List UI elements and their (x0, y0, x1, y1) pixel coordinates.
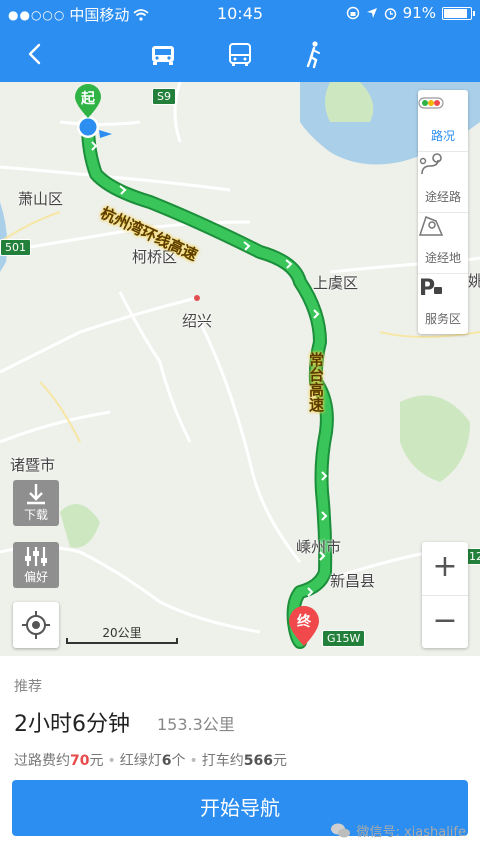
download-label: 下载 (23, 508, 48, 522)
via-place-label: 途经地 (424, 251, 461, 265)
via-road-icon (419, 153, 442, 175)
toll-prefix: 过路费约 (14, 753, 70, 769)
route-summary-panel: 推荐 2小时6分钟 153.3公里 过路费约70元 • 红绿灯6个 • 打车约566元 … (0, 656, 480, 853)
toll-value: 70 (70, 753, 90, 769)
svg-text:P: P (419, 276, 435, 300)
car-icon[interactable] (146, 38, 180, 72)
map-tools-panel: 路况 途经路 途经地 P 服务区 (418, 90, 468, 334)
location-arrow-icon (366, 8, 377, 18)
traffic-toggle[interactable]: 路况 (418, 90, 468, 151)
place-shangyu: 上虞区 (313, 274, 359, 292)
place-xinchang: 新昌县 (330, 572, 376, 590)
route-distance: 153.3公里 (157, 715, 235, 734)
download-button[interactable]: 下载 (13, 480, 59, 526)
scale-bar (66, 638, 178, 644)
highway-shield-501: 501 (0, 239, 31, 256)
recommend-tag: 推荐 (14, 679, 42, 695)
route-chevrons (91, 141, 328, 597)
start-marker-label: 起 (81, 91, 95, 107)
separator-dot: • (189, 753, 198, 769)
battery-icon (442, 6, 475, 20)
place-zhuji: 诸暨市 (10, 456, 56, 474)
sliders-icon (25, 547, 47, 566)
alarm-icon (384, 7, 396, 20)
nav-bar (0, 28, 480, 82)
route-duration: 2小时6分钟 (14, 712, 130, 737)
battery-fill (444, 8, 467, 18)
taxi-prefix: 打车约 (201, 753, 244, 769)
watermark: 微信号: xiashalife (330, 821, 466, 840)
via-road-button[interactable]: 途经路 (418, 151, 468, 212)
taxi-unit: 元 (273, 753, 287, 769)
service-area-button[interactable]: P 服务区 (418, 273, 468, 334)
taxi-value: 566 (243, 753, 273, 769)
place-xiaoshan: 萧山区 (18, 190, 64, 208)
service-area-label: 服务区 (424, 312, 461, 326)
route-line (83, 120, 332, 647)
map-scale: 20公里 (66, 624, 178, 648)
preference-button[interactable]: 偏好 (13, 542, 59, 588)
download-icon (27, 484, 45, 505)
service-area-icon: P (419, 276, 442, 300)
highway-shield-g15w: G15W (322, 630, 366, 647)
battery-percent: 91% (402, 4, 436, 22)
end-marker: 终 (287, 604, 321, 648)
back-arrow-icon[interactable] (22, 40, 50, 68)
lights-prefix: 红绿灯 (119, 753, 162, 769)
green-area (400, 395, 470, 482)
heading-arrow-icon (99, 130, 112, 138)
lock-rotation-icon (346, 6, 359, 20)
locate-button[interactable] (13, 602, 59, 648)
current-location-dot (79, 118, 97, 136)
place-yao: 姚 (468, 272, 480, 290)
place-shaoxing: 绍兴 (182, 312, 213, 330)
map-view[interactable]: 起 终 S9 501 G15W 12 萧山区 柯桥区 绍兴 上虞区 诸暨市 嵊州… (0, 82, 480, 656)
zoom-in-button[interactable]: + (422, 542, 468, 595)
lights-unit: 个 (171, 753, 186, 769)
highway-label-changtai: 常台高速 (307, 352, 325, 412)
zoom-out-button[interactable]: − (422, 595, 468, 648)
status-bar: ●●○○○ 中国移动 10:45 91% (0, 0, 480, 28)
place-shengzhou: 嵊州市 (296, 538, 342, 556)
end-marker-label: 终 (297, 614, 311, 630)
watermark-text: 微信号: xiashalife (356, 825, 466, 840)
via-place-button[interactable]: 途经地 (418, 212, 468, 273)
city-dot (194, 295, 200, 301)
bus-icon[interactable] (223, 38, 257, 72)
top-bar: ●●○○○ 中国移动 10:45 91% (0, 0, 480, 82)
status-right: 91% (346, 4, 475, 22)
start-marker: 起 (72, 82, 104, 120)
highway-shield-s9: S9 (152, 88, 176, 105)
toll-unit: 元 (89, 753, 104, 769)
route-info-line: 过路费约70元 • 红绿灯6个 • 打车约566元 (14, 750, 287, 770)
traffic-light-icon (418, 97, 444, 109)
via-place-icon (418, 216, 444, 236)
preference-label: 偏好 (23, 570, 48, 584)
screen: ●●○○○ 中国移动 10:45 91% 起 终 S9 501 G15W 12 … (0, 0, 480, 853)
lights-value: 6 (161, 753, 172, 769)
traffic-label: 路况 (430, 129, 455, 143)
locate-icon (22, 611, 50, 639)
separator-dot: • (107, 753, 116, 769)
walk-icon[interactable] (297, 38, 331, 72)
road-network (0, 82, 480, 634)
green-area (60, 504, 100, 548)
zoom-control: + − (422, 542, 468, 648)
via-road-label: 途经路 (424, 190, 461, 204)
route-casing (81, 118, 334, 649)
wechat-icon (331, 823, 351, 837)
map-canvas (0, 82, 480, 649)
